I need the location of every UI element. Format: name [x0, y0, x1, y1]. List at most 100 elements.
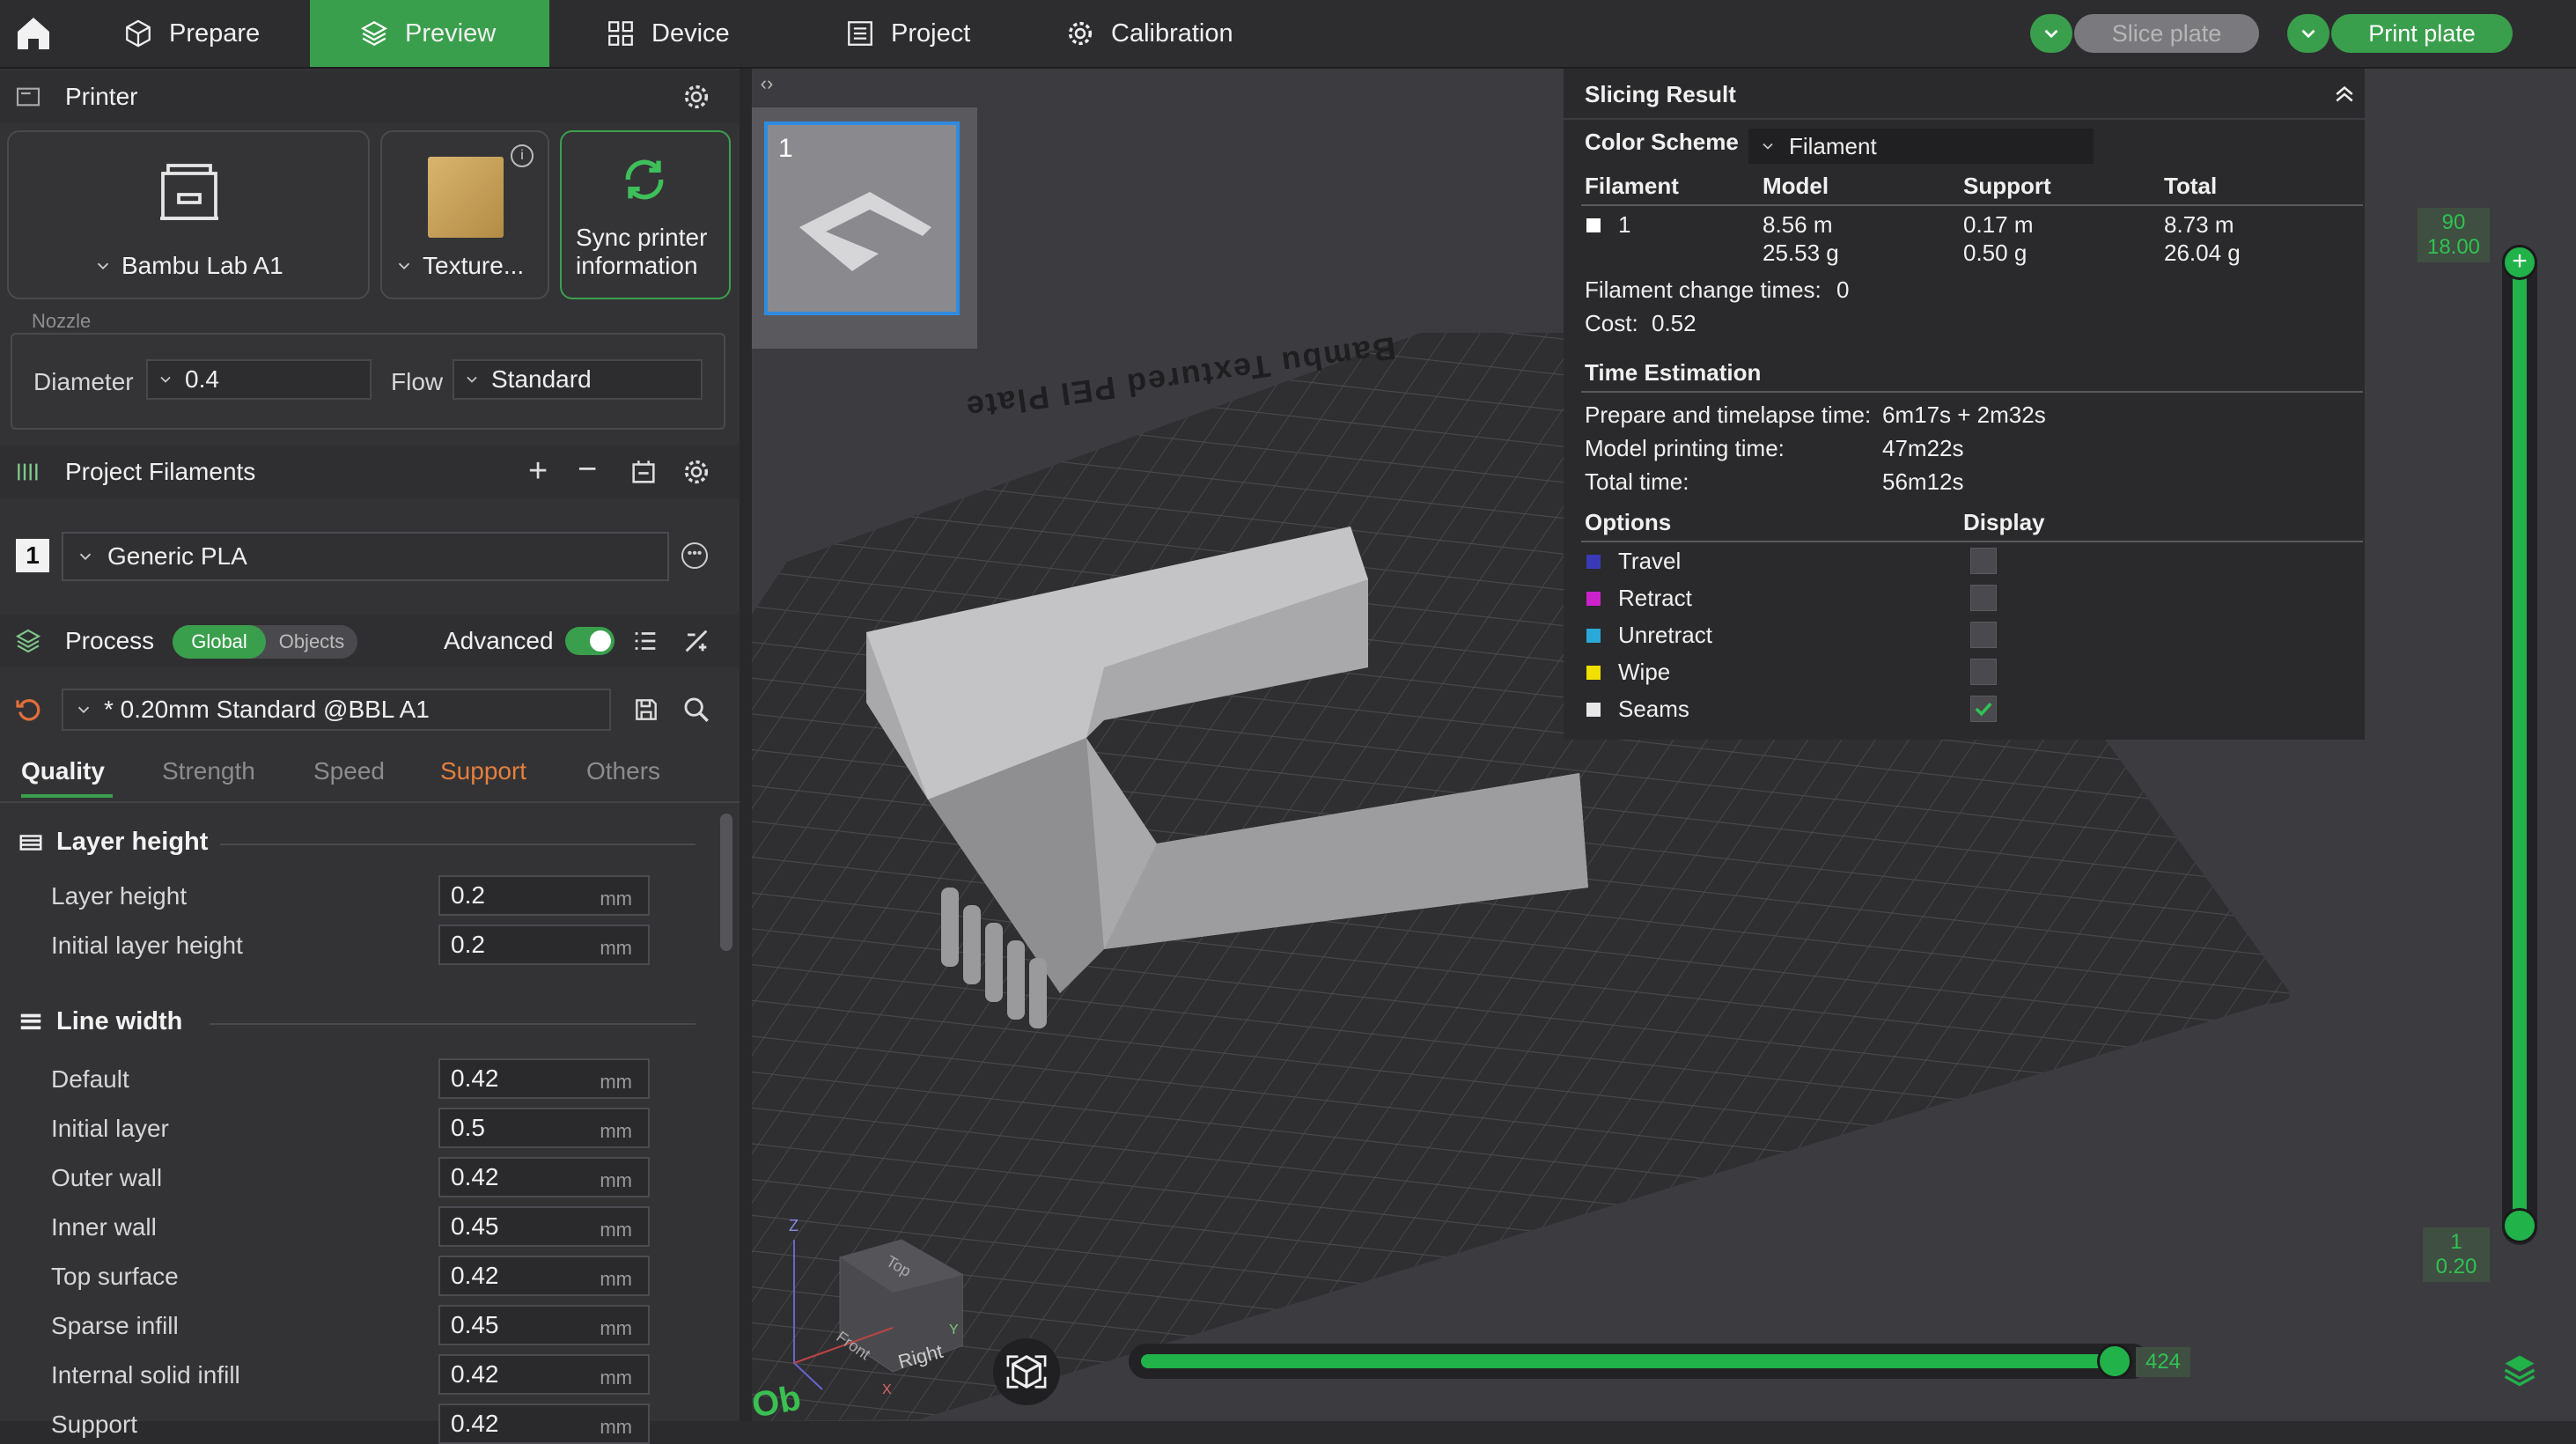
tab-quality[interactable]: Quality: [21, 757, 113, 798]
gear-icon[interactable]: [681, 82, 711, 112]
line-width-outer-wall-input[interactable]: 0.42 mm: [438, 1157, 650, 1197]
gcode-move-slider[interactable]: [1129, 1344, 2150, 1379]
sync-printer-button[interactable]: Sync printer information: [560, 130, 731, 299]
tab-support[interactable]: Support: [440, 757, 526, 785]
seams-display-checkbox[interactable]: [1970, 696, 1997, 722]
line-width-inner-wall-input[interactable]: 0.45 mm: [438, 1206, 650, 1247]
tab-preview[interactable]: Preview: [310, 0, 549, 67]
chevron-down-icon: [1763, 143, 1773, 150]
objects-toggle-option[interactable]: Objects: [269, 625, 354, 659]
chevron-down-icon: [2301, 29, 2315, 39]
tab-calibration-label: Calibration: [1111, 18, 1233, 48]
view-reset-button[interactable]: [993, 1338, 1060, 1405]
more-options-icon[interactable]: •••: [681, 542, 708, 569]
list-view-icon[interactable]: [630, 626, 660, 656]
col-header-filament: Filament: [1585, 173, 1679, 199]
checkmark-icon: [1975, 702, 1992, 717]
line-width-support-input[interactable]: 0.42 mm: [438, 1403, 650, 1444]
layer-bottom-handle[interactable]: [2502, 1208, 2537, 1243]
option-unretract: Unretract: [1618, 622, 1712, 648]
reset-icon[interactable]: [14, 696, 42, 724]
color-scheme-select[interactable]: Filament: [1748, 129, 2094, 164]
filament-sync-icon[interactable]: [629, 457, 659, 487]
process-title: Process: [65, 627, 155, 654]
move-slider-handle[interactable]: [2097, 1344, 2132, 1379]
info-icon[interactable]: i: [511, 144, 534, 167]
line-width-initial-layer-input[interactable]: 0.5 mm: [438, 1108, 650, 1148]
collapse-panel-icon[interactable]: ‹›: [754, 70, 780, 97]
layer-top-handle[interactable]: +: [2502, 245, 2537, 280]
tab-speed[interactable]: Speed: [313, 757, 385, 785]
process-preset-name: * 0.20mm Standard @BBL A1: [104, 696, 430, 723]
tab-strength[interactable]: Strength: [162, 757, 255, 785]
section-layer-height: Layer height: [18, 828, 208, 857]
print-plate-button[interactable]: Print plate: [2331, 14, 2513, 53]
layer-height-input[interactable]: 0.2 mm: [438, 875, 650, 916]
retract-display-checkbox[interactable]: [1970, 585, 1997, 611]
display-header: Display: [1963, 509, 2045, 535]
tab-prepare[interactable]: Prepare: [106, 0, 292, 67]
model-weight: 25.53 g: [1763, 239, 1839, 266]
plate-type-selector[interactable]: i Texture...: [380, 130, 549, 299]
line-width-sparse-infill-input[interactable]: 0.45 mm: [438, 1305, 650, 1345]
axis-y-label: Y: [949, 1322, 959, 1337]
layer-top-index: 90: [2441, 210, 2466, 234]
setting-value: 0.42: [451, 1163, 499, 1190]
filament-index-badge[interactable]: 1: [16, 539, 49, 572]
travel-display-checkbox[interactable]: [1970, 548, 1997, 574]
panel-splitter[interactable]: [740, 69, 752, 1421]
line-width-internal-solid-infill-input[interactable]: 0.42 mm: [438, 1354, 650, 1395]
line-width-icon: [20, 1013, 41, 1029]
filament-select[interactable]: Generic PLA: [62, 532, 669, 581]
view-cube[interactable]: Top Front Right Z Y X: [787, 1217, 964, 1398]
layers-toggle-icon[interactable]: [2500, 1351, 2539, 1389]
collapse-up-icon[interactable]: [2331, 81, 2358, 107]
tab-device[interactable]: Device: [588, 0, 764, 67]
remove-filament-icon[interactable]: −: [578, 451, 597, 489]
list-icon: [848, 21, 872, 46]
initial-layer-height-input[interactable]: 0.2 mm: [438, 925, 650, 965]
tab-project-label: Project: [891, 18, 971, 48]
wipe-display-checkbox[interactable]: [1970, 659, 1997, 685]
compare-icon[interactable]: [681, 626, 711, 656]
sync-icon: [625, 159, 664, 200]
gear-icon[interactable]: [681, 457, 711, 487]
global-objects-toggle[interactable]: Global Objects: [173, 625, 357, 659]
tab-calibration[interactable]: Calibration: [1048, 0, 1259, 67]
col-header-support: Support: [1963, 173, 2051, 199]
model-time-value: 47m22s: [1882, 435, 1964, 461]
line-width-top-surface-input[interactable]: 0.42 mm: [438, 1256, 650, 1296]
line-width-default-input[interactable]: 0.42 mm: [438, 1058, 650, 1099]
printer-selector[interactable]: Bambu Lab A1: [7, 130, 370, 299]
setting-unit: mm: [600, 1169, 632, 1191]
unretract-display-checkbox[interactable]: [1970, 622, 1997, 648]
chevron-down-icon: [160, 376, 171, 383]
flow-select[interactable]: Standard: [453, 359, 703, 400]
print-plate-label: Print plate: [2368, 19, 2476, 47]
search-icon[interactable]: [681, 695, 711, 725]
advanced-label: Advanced: [444, 627, 554, 654]
process-preset-select[interactable]: * 0.20mm Standard @BBL A1: [62, 689, 611, 731]
home-icon[interactable]: [12, 12, 55, 55]
settings-scrollbar[interactable]: [720, 814, 732, 951]
layer-slider[interactable]: +: [2502, 245, 2537, 1245]
slice-plate-dropdown[interactable]: [2030, 14, 2072, 53]
plate-thumbnail[interactable]: 1: [752, 107, 977, 349]
option-seams: Seams: [1618, 696, 1689, 722]
add-filament-icon[interactable]: +: [528, 453, 548, 490]
tab-others-label: Others: [586, 757, 661, 785]
tab-project[interactable]: Project: [828, 0, 1004, 67]
tab-quality-label: Quality: [21, 757, 105, 785]
setting-value: 0.5: [451, 1114, 485, 1141]
filament-number: 1: [1618, 211, 1631, 238]
diameter-select[interactable]: 0.4: [146, 359, 372, 400]
global-toggle-option[interactable]: Global: [173, 625, 266, 659]
slicing-result-title: Slicing Result: [1585, 81, 1736, 107]
divider: [1581, 391, 2363, 393]
slice-plate-button[interactable]: Slice plate: [2074, 14, 2259, 53]
option-wipe: Wipe: [1618, 659, 1671, 685]
advanced-toggle[interactable]: [565, 627, 615, 655]
save-icon[interactable]: [632, 696, 660, 724]
print-plate-dropdown[interactable]: [2287, 14, 2329, 53]
tab-others[interactable]: Others: [586, 757, 660, 785]
